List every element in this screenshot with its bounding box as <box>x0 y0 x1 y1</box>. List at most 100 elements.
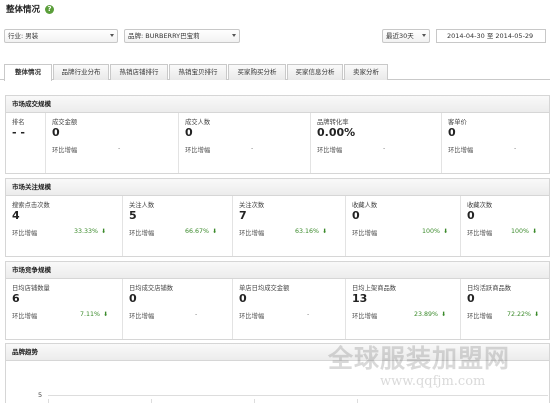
metric-compare-label: 环比增幅 <box>239 230 265 237</box>
filter-row: 行业: 男装 品牌: BURBERRY巴宝莉 最近30天 2014-04-30 … <box>0 29 550 43</box>
metric-value: 5 <box>129 209 137 222</box>
metric-value: 0 <box>448 126 456 139</box>
metric-change: - <box>514 145 517 152</box>
market-attention-panel: 市场关注规模 搜索点击次数 4 环比增幅 33.33% ⬇ 关注人数 5 环比增幅… <box>5 178 550 257</box>
tab-label: 品牌行业分布 <box>61 68 101 76</box>
metric-value: 0 <box>239 292 247 305</box>
tab-buyer-purchase[interactable]: 买家购买分析 <box>228 64 286 80</box>
metric-value: 6 <box>12 292 20 305</box>
chart-gridline <box>48 399 49 403</box>
tab-label: 买家信息分析 <box>295 68 335 76</box>
metric-label: 成交金额 <box>52 119 78 126</box>
tab-label: 热销宝贝排行 <box>178 68 218 76</box>
tab-overview[interactable]: 整体情况 <box>4 64 52 81</box>
metric-value: 0 <box>52 126 60 139</box>
metric-value: 0 <box>185 126 193 139</box>
metric-compare-label: 环比增幅 <box>467 313 493 320</box>
arrow-down-icon: ⬇ <box>212 228 218 235</box>
metric-value: 4 <box>12 209 20 222</box>
tab-brand-industry[interactable]: 品牌行业分布 <box>53 64 109 80</box>
help-icon[interactable]: ? <box>45 4 55 14</box>
metric-daily-listed-items: 日均上架商品数 13 环比增幅 23.89% ⬇ <box>346 279 461 339</box>
metric-label: 成交人数 <box>185 119 211 126</box>
metric-daily-shops: 日均店铺数量 6 环比增幅 7.11% ⬇ <box>6 279 123 339</box>
period-select[interactable]: 最近30天 <box>382 29 430 43</box>
metric-label: 关注次数 <box>239 202 265 209</box>
metric-change: - <box>195 311 198 318</box>
metric-value: 13 <box>352 292 368 305</box>
metric-compare-label: 环比增幅 <box>352 230 378 237</box>
metric-label: 收藏次数 <box>467 202 493 209</box>
metric-value: 0 <box>352 209 360 222</box>
panel-title: 市场竞争规模 <box>6 262 549 279</box>
chart-gridline <box>151 399 152 403</box>
metric-compare-label: 环比增幅 <box>129 313 155 320</box>
metric-change: - <box>251 145 254 152</box>
tab-bar: 整体情况 品牌行业分布 热销店铺排行 热销宝贝排行 买家购买分析 买家信息分析 … <box>0 62 550 81</box>
watermark-url: www.qqfjm.com <box>380 374 486 389</box>
metric-value: - - <box>12 126 25 139</box>
metric-change: 66.67% <box>185 228 210 235</box>
chart-gridline <box>254 399 255 403</box>
tab-hot-shops[interactable]: 热销店铺排行 <box>110 64 168 80</box>
metric-label: 关注人数 <box>129 202 155 209</box>
period-select-label: 最近30天 <box>386 32 414 40</box>
metric-value: 0.00% <box>317 126 356 139</box>
metric-label: 客单价 <box>448 119 467 126</box>
metric-label: 日均活跃商品数 <box>467 285 512 292</box>
metric-compare-label: 环比增幅 <box>129 230 155 237</box>
metric-change: 63.16% <box>295 228 320 235</box>
metric-compare-label: 环比增幅 <box>448 147 474 154</box>
date-range-picker[interactable]: 2014-04-30 至 2014-05-29 <box>436 29 546 43</box>
metric-compare-label: 环比增幅 <box>317 147 343 154</box>
page-header: 整体情况 ? <box>6 3 55 15</box>
metric-label: 搜索点击次数 <box>12 202 50 209</box>
metric-compare-label: 环比增幅 <box>12 230 38 237</box>
tab-buyer-info[interactable]: 买家信息分析 <box>287 64 343 80</box>
arrow-down-icon: ⬇ <box>103 311 109 318</box>
arrow-down-icon: ⬇ <box>534 311 540 318</box>
metric-label: 单店日均成交金额 <box>239 285 290 292</box>
arrow-down-icon: ⬇ <box>101 228 107 235</box>
metric-value: 0 <box>467 209 475 222</box>
metric-change: 33.33% <box>74 228 99 235</box>
page-title: 整体情况 <box>6 5 41 15</box>
metric-value: 0 <box>467 292 475 305</box>
arrow-down-icon: ⬇ <box>322 228 328 235</box>
chevron-down-icon <box>110 34 114 37</box>
chevron-down-icon <box>422 34 426 37</box>
metric-daily-deal-shops: 日均成交店铺数 0 环比增幅 - <box>123 279 233 339</box>
metric-label: 日均上架商品数 <box>352 285 397 292</box>
metric-change: 72.22% <box>507 311 532 318</box>
y-tick-label: 5 <box>38 391 43 399</box>
market-competition-panel: 市场竞争规模 日均店铺数量 6 环比增幅 7.11% ⬇ 日均成交店铺数 0 环比… <box>5 261 550 340</box>
metric-compare-label: 环比增幅 <box>12 313 38 320</box>
metric-rank: 排名 - - <box>6 113 46 173</box>
metric-followers: 关注人数 5 环比增幅 66.67% ⬇ <box>123 196 233 256</box>
metric-change: 100% <box>422 228 441 235</box>
metric-favorite-users: 收藏人数 0 环比增幅 100% ⬇ <box>346 196 461 256</box>
tab-label: 热销店铺排行 <box>119 68 159 76</box>
tab-label: 卖家分析 <box>353 68 379 76</box>
metric-follow-count: 关注次数 7 环比增幅 63.16% ⬇ <box>233 196 346 256</box>
chevron-down-icon <box>232 34 236 37</box>
arrow-down-icon: ⬇ <box>532 228 538 235</box>
metric-compare-label: 环比增幅 <box>52 147 78 154</box>
metric-compare-label: 环比增幅 <box>467 230 493 237</box>
metric-change: 23.89% <box>414 311 439 318</box>
tab-label: 买家购买分析 <box>237 68 277 76</box>
metric-label: 日均店铺数量 <box>12 285 50 292</box>
brand-select[interactable]: 品牌: BURBERRY巴宝莉 <box>124 29 240 43</box>
brand-select-label: 品牌: BURBERRY巴宝莉 <box>128 32 200 40</box>
metric-favorite-count: 收藏次数 0 环比增幅 100% ⬇ <box>461 196 549 256</box>
market-scale-panel: 市场成交规模 排名 - - 成交金额 0 环比增幅 - 成交人数 0 环比增幅 … <box>5 95 550 174</box>
metric-sales-amount: 成交金额 0 环比增幅 - <box>46 113 179 173</box>
metric-change: - <box>383 145 386 152</box>
arrow-down-icon: ⬇ <box>441 311 447 318</box>
panel-title: 市场关注规模 <box>6 179 549 196</box>
industry-select[interactable]: 行业: 男装 <box>4 29 118 43</box>
metric-label: 日均成交店铺数 <box>129 285 174 292</box>
metric-avg-order-value: 客单价 0 环比增幅 - <box>442 113 549 173</box>
tab-hot-items[interactable]: 热销宝贝排行 <box>169 64 227 80</box>
tab-seller[interactable]: 卖家分析 <box>344 64 388 80</box>
